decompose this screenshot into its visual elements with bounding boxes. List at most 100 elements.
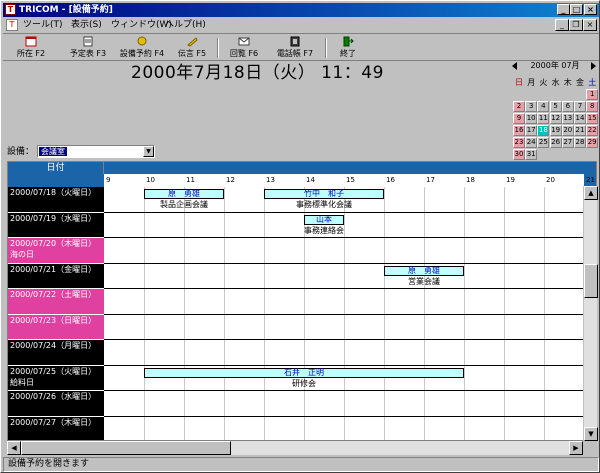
calendar-empty-cell xyxy=(537,149,550,160)
date-column-header: 日付 xyxy=(8,162,104,174)
reservation-block[interactable]: 山本 xyxy=(304,214,344,225)
minimize-button[interactable]: _ xyxy=(557,4,570,15)
circular-label: 回覧 F6 xyxy=(229,49,259,58)
calendar-day[interactable]: 9 xyxy=(513,113,525,124)
maximize-button[interactable]: □ xyxy=(570,4,583,15)
calendar-day[interactable]: 26 xyxy=(549,137,562,148)
circular-button[interactable]: 回覧 F6 xyxy=(225,36,263,60)
calendar-day[interactable]: 13 xyxy=(561,113,574,124)
horizontal-scrollbar[interactable]: ◀ ▶ xyxy=(7,441,583,455)
calendar-day[interactable]: 23 xyxy=(513,137,525,148)
calendar-day[interactable]: 27 xyxy=(561,137,574,148)
date-row-label[interactable]: 2000/07/26（水曜日） xyxy=(8,391,104,417)
window-title: TRICOM - [設備予約] xyxy=(19,5,113,15)
calendar-day[interactable]: 22 xyxy=(586,125,599,136)
calendar-day[interactable]: 1 xyxy=(586,89,599,100)
message-button[interactable]: 伝言 F5 xyxy=(173,36,211,60)
calendar-day[interactable]: 3 xyxy=(525,101,538,112)
calendar-day[interactable]: 19 xyxy=(549,125,562,136)
prev-month-icon[interactable] xyxy=(512,62,517,70)
date-row-label[interactable]: 2000/07/24（月曜日） xyxy=(8,340,104,366)
weekday-header: 水 xyxy=(551,78,560,87)
row-date: 2000/07/23（日曜日） xyxy=(10,315,97,325)
hour-label: 9 xyxy=(106,176,111,184)
calendar-day[interactable]: 31 xyxy=(525,149,538,160)
calendar-day[interactable]: 17 xyxy=(525,125,538,136)
calendar-day[interactable]: 5 xyxy=(549,101,562,112)
calendar-day[interactable]: 15 xyxy=(586,113,599,124)
date-row-label[interactable]: 2000/07/23（日曜日） xyxy=(8,314,104,340)
calendar-day[interactable]: 2 xyxy=(513,101,525,112)
calendar-day[interactable]: 6 xyxy=(561,101,574,112)
reservation-block[interactable]: 石井 正明 xyxy=(144,367,464,378)
calendar-day[interactable]: 11 xyxy=(537,113,550,124)
exit-icon xyxy=(343,36,354,47)
scroll-down-icon[interactable]: ▼ xyxy=(584,427,598,441)
exit-button[interactable]: 終了 xyxy=(333,36,363,60)
scroll-right-icon[interactable]: ▶ xyxy=(569,441,583,455)
schedule-label: 予定表 F3 xyxy=(69,49,107,58)
equipment-select[interactable]: 会議室 ▼ xyxy=(37,145,155,158)
calendar-day[interactable]: 21 xyxy=(574,125,586,136)
hour-label: 14 xyxy=(306,176,315,184)
next-month-icon[interactable] xyxy=(591,62,596,70)
date-row-label[interactable]: 2000/07/22（土曜日） xyxy=(8,289,104,315)
hour-label: 15 xyxy=(346,176,355,184)
calendar-day[interactable]: 16 xyxy=(513,125,525,136)
row-divider xyxy=(104,339,584,340)
reservation-block[interactable]: 原 勇雄 xyxy=(384,265,464,276)
doc-close-button[interactable]: × xyxy=(583,19,597,31)
calendar-empty-cell xyxy=(513,89,525,100)
calendar-day[interactable]: 28 xyxy=(574,137,586,148)
menu-tools[interactable]: ツール(T) xyxy=(23,18,63,32)
vertical-scrollbar[interactable]: ▲ ▼ xyxy=(583,186,598,441)
scroll-left-icon[interactable]: ◀ xyxy=(7,441,21,455)
calendar-day[interactable]: 25 xyxy=(537,137,550,148)
date-row-label[interactable]: 2000/07/19（水曜日） xyxy=(8,212,104,238)
row-note: 給料日 xyxy=(10,377,34,387)
schedule-button[interactable]: 予定表 F3 xyxy=(65,36,111,60)
calendar-day[interactable]: 12 xyxy=(549,113,562,124)
calendar-day[interactable]: 8 xyxy=(586,101,599,112)
scroll-up-icon[interactable]: ▲ xyxy=(584,186,598,200)
date-row-label[interactable]: 2000/07/20（木曜日） 海の日 xyxy=(8,238,104,264)
calendar-month: 2000年 07月 xyxy=(512,59,598,73)
exit-label: 終了 xyxy=(340,49,356,58)
weekday-header: 土 xyxy=(588,78,597,87)
calendar-day[interactable]: 24 xyxy=(525,137,538,148)
calendar-day[interactable]: 20 xyxy=(561,125,574,136)
doc-restore-button[interactable]: ❐ xyxy=(569,19,583,31)
document-icon[interactable]: T xyxy=(6,19,18,31)
close-button[interactable]: × xyxy=(584,4,597,15)
dropdown-arrow-icon[interactable]: ▼ xyxy=(143,146,154,157)
row-divider xyxy=(104,364,584,366)
reservation-block[interactable]: 竹中 和子 xyxy=(264,189,384,199)
phonebook-button[interactable]: 電話帳 F7 xyxy=(273,36,317,60)
date-row-label[interactable]: 2000/07/21（金曜日） xyxy=(8,263,104,289)
date-row-label[interactable]: 2000/07/25（火曜日） 給料日 xyxy=(8,365,104,391)
calendar-day[interactable]: 10 xyxy=(525,113,538,124)
doc-minimize-button[interactable]: _ xyxy=(555,19,569,31)
menu-help[interactable]: ヘルプ(H) xyxy=(165,18,206,32)
reservation-title: 製品企画会議 xyxy=(160,200,208,209)
row-date: 2000/07/24（月曜日） xyxy=(10,341,97,350)
date-row-label[interactable]: 2000/07/27（木曜日） xyxy=(8,416,104,440)
calendar-day[interactable]: 30 xyxy=(513,149,525,160)
reservation-block[interactable]: 原 勇雄 xyxy=(144,189,224,199)
menu-view[interactable]: 表示(S) xyxy=(71,18,102,32)
grid-header: 日付 9 10 11 12 13 14 15 16 17 18 19 20 21 xyxy=(8,162,596,187)
vertical-scroll-thumb[interactable] xyxy=(584,264,598,298)
row-date: 2000/07/21（金曜日） xyxy=(10,264,97,274)
equipment-button[interactable]: 設備予約 F4 xyxy=(115,36,169,60)
circular-icon xyxy=(238,37,250,46)
calendar-day[interactable]: 7 xyxy=(574,101,586,112)
horizontal-scroll-thumb[interactable] xyxy=(21,441,231,455)
location-button[interactable]: 所在 F2 xyxy=(11,36,51,60)
menu-window[interactable]: ウィンドウ(W) xyxy=(111,18,172,32)
calendar-day[interactable]: 14 xyxy=(574,113,586,124)
calendar-day[interactable]: 4 xyxy=(537,101,550,112)
date-row-label[interactable]: 2000/07/18（火曜日） xyxy=(8,187,104,213)
calendar-day[interactable]: 29 xyxy=(586,137,599,148)
calendar-day[interactable]: 18 xyxy=(537,125,550,136)
row-divider xyxy=(104,211,584,213)
